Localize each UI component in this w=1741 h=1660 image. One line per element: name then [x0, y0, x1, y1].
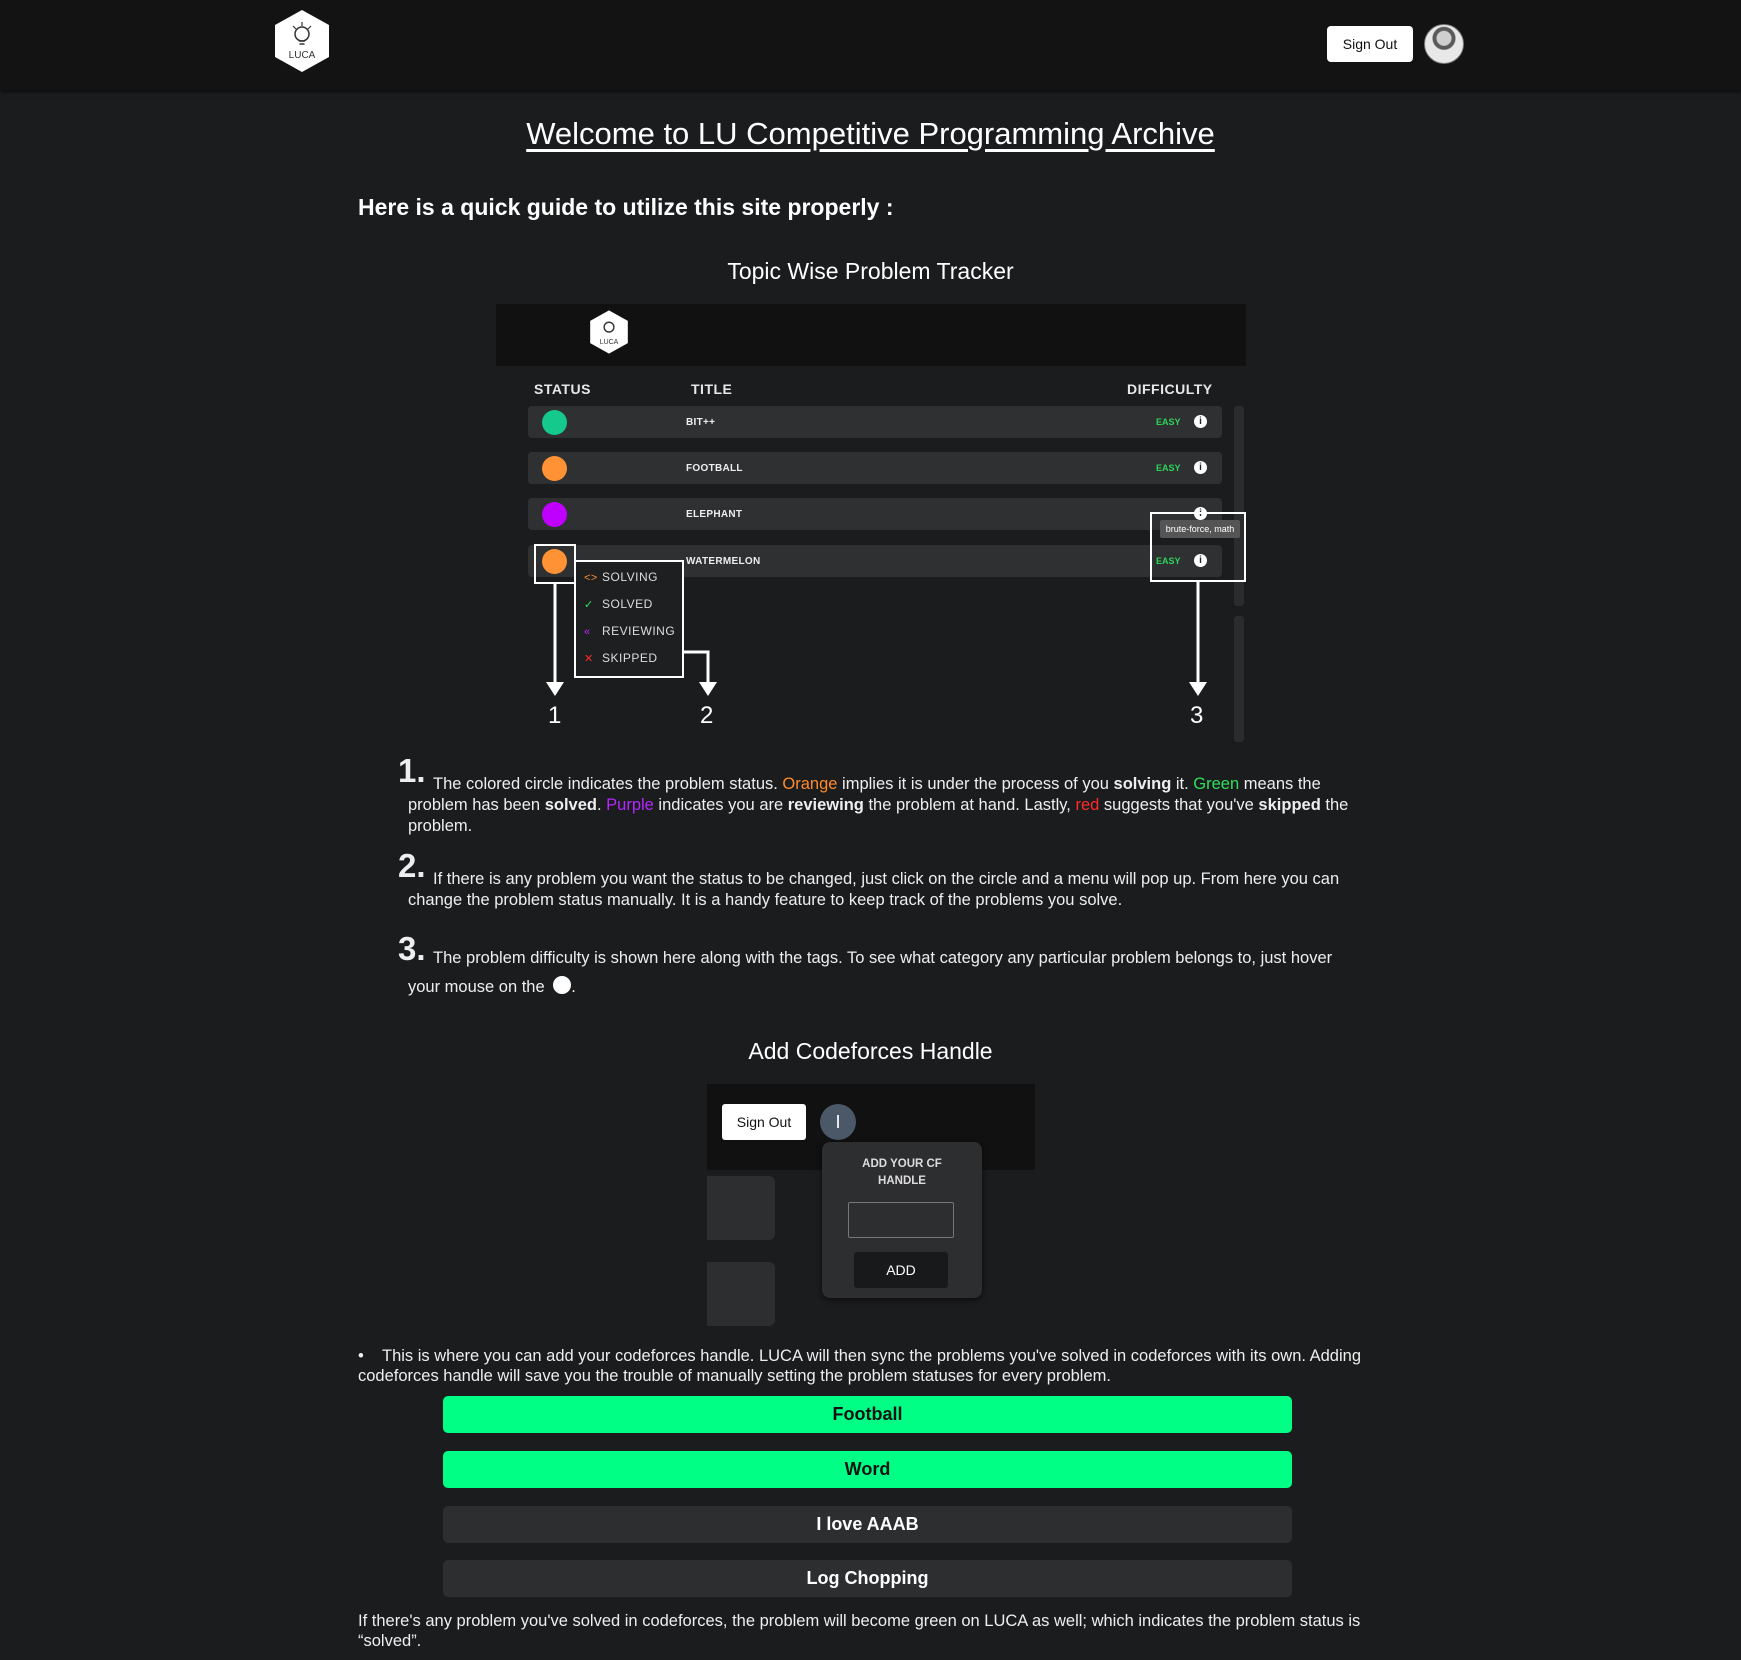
- sign-out-button[interactable]: Sign Out: [1327, 26, 1413, 62]
- guide-step-3: 3. The problem difficulty is shown here …: [398, 932, 1368, 1002]
- cf-explanation: • This is where you can add your codeforc…: [358, 1347, 1362, 1385]
- user-avatar[interactable]: [1424, 24, 1464, 64]
- cf-handle-input[interactable]: [848, 1202, 954, 1238]
- cf-handle-popup: ADD YOUR CF HANDLE ADD: [822, 1142, 982, 1298]
- step-number: 1.: [398, 752, 426, 789]
- user-avatar[interactable]: I: [820, 1104, 856, 1140]
- step-number: 3.: [398, 930, 426, 967]
- guide-step-1: 1. The colored circle indicates the prob…: [398, 754, 1368, 837]
- page-title: Welcome to LU Competitive Programming Ar…: [526, 116, 1215, 151]
- problem-bar-solved[interactable]: Word: [443, 1451, 1292, 1488]
- problem-bar-solved[interactable]: Football: [443, 1396, 1292, 1433]
- top-navbar: LUCA Sign Out: [0, 0, 1741, 90]
- callout-number-3: 3: [1190, 702, 1204, 729]
- callout-arrows: [546, 580, 1207, 696]
- problem-bar[interactable]: Log Chopping: [443, 1560, 1292, 1597]
- tracker-section-title: Topic Wise Problem Tracker: [727, 258, 1014, 284]
- luca-logo[interactable]: LUCA: [272, 8, 332, 74]
- step-text: The problem difficulty is shown here alo…: [408, 949, 1333, 996]
- step-number: 2.: [398, 847, 426, 884]
- cf-section-title: Add Codeforces Handle: [748, 1038, 993, 1064]
- sign-out-button[interactable]: Sign Out: [722, 1104, 806, 1140]
- cf-handle-illustration: Sign Out I ADD YOUR CF HANDLE ADD: [707, 1084, 1035, 1328]
- cf-handle-label: ADD YOUR CF HANDLE: [862, 1158, 942, 1187]
- guide-step-2: 2. If there is any problem you want the …: [398, 849, 1368, 911]
- placeholder-card: [707, 1262, 775, 1326]
- step-text: The colored circle indicates the problem…: [408, 775, 1349, 835]
- closing-note: If there's any problem you've solved in …: [358, 1612, 1361, 1650]
- guide-intro: Here is a quick guide to utilize this si…: [358, 194, 894, 220]
- tracker-illustration: LUCA STATUS TITLE DIFFICULTY BIT++ EASY …: [496, 304, 1246, 742]
- add-handle-button[interactable]: ADD: [854, 1252, 948, 1288]
- callout-number-1: 1: [548, 702, 562, 729]
- callout-number-2: 2: [700, 702, 714, 729]
- step-text: If there is any problem you want the sta…: [408, 870, 1340, 909]
- placeholder-card: [707, 1176, 775, 1240]
- info-icon: i: [553, 976, 582, 994]
- problem-bar[interactable]: I love AAAB: [443, 1506, 1292, 1543]
- svg-text:LUCA: LUCA: [289, 50, 316, 61]
